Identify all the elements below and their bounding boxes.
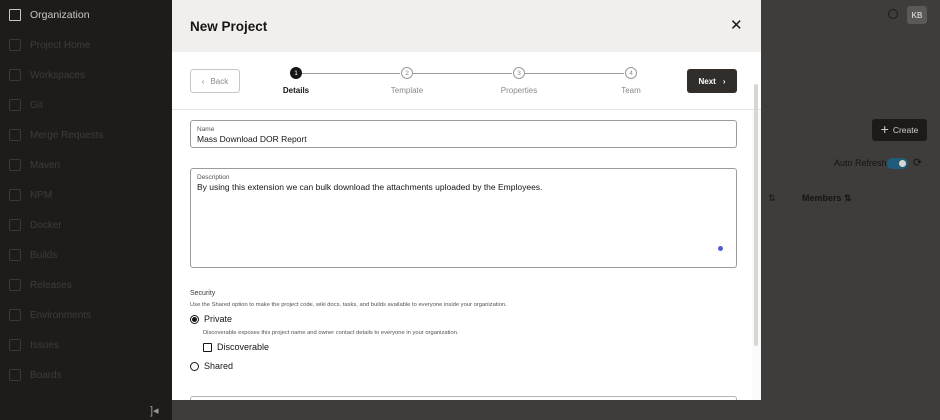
sidebar-item-label: Workspaces xyxy=(30,69,85,81)
environments-icon xyxy=(9,309,21,321)
next-field-partial xyxy=(190,396,737,400)
discoverable-checkbox[interactable] xyxy=(203,342,212,352)
sidebar-item-git[interactable]: Git xyxy=(0,90,172,120)
members-column-label: Members xyxy=(802,193,842,203)
chevron-right-icon: › xyxy=(722,76,726,86)
wizard-step-properties[interactable]: 3 Properties xyxy=(479,67,559,95)
description-field[interactable]: Description By using this extension we c… xyxy=(190,168,737,268)
issues-icon xyxy=(9,339,21,351)
wizard-step-template[interactable]: 2 Template xyxy=(367,67,447,95)
refresh-icon[interactable]: ⟳ xyxy=(913,156,922,169)
sidebar-item-releases[interactable]: Releases xyxy=(0,270,172,300)
shared-radio-label: Shared xyxy=(204,361,234,371)
project-name-field[interactable]: Name Mass Download DOR Report xyxy=(190,120,737,148)
sidebar-item-environments[interactable]: Environments xyxy=(0,300,172,330)
create-button-label: Create xyxy=(892,125,919,135)
members-column-header[interactable]: Members ⇅ xyxy=(802,193,852,204)
dialog-scrollbar-thumb[interactable] xyxy=(754,84,758,346)
discoverable-checkbox-option[interactable]: Discoverable xyxy=(203,342,269,352)
sidebar: Organization Project Home Workspaces Git… xyxy=(0,0,172,420)
dialog-body: Name Mass Download DOR Report Descriptio… xyxy=(172,111,752,400)
create-button[interactable]: + Create xyxy=(872,119,927,141)
next-button-label: Next xyxy=(698,76,716,86)
name-field-label: Name xyxy=(197,126,215,133)
next-button[interactable]: Next › xyxy=(687,69,737,93)
sidebar-item-label: Builds xyxy=(30,249,58,261)
merge-icon xyxy=(9,129,21,141)
boards-icon xyxy=(9,369,21,381)
discoverable-help-text: Discoverable exposes this project name a… xyxy=(203,330,459,336)
private-radio-option[interactable]: Private xyxy=(190,314,232,324)
private-radio-label: Private xyxy=(204,314,233,324)
sidebar-item-label: Git xyxy=(30,99,43,111)
description-field-label: Description xyxy=(197,174,230,181)
building-icon xyxy=(9,9,21,21)
close-icon[interactable]: ✕ xyxy=(730,18,743,33)
sidebar-item-workspaces[interactable]: Workspaces xyxy=(0,60,172,90)
npm-icon xyxy=(9,189,21,201)
name-field-value[interactable]: Mass Download DOR Report xyxy=(197,134,307,144)
sidebar-item-maven[interactable]: Maven xyxy=(0,150,172,180)
home-icon xyxy=(9,39,21,51)
sidebar-item-merge-requests[interactable]: Merge Requests xyxy=(0,120,172,150)
sidebar-item-docker[interactable]: Docker xyxy=(0,210,172,240)
wizard-step-team[interactable]: 4 Team xyxy=(591,67,671,95)
sidebar-item-label: Boards xyxy=(30,369,62,381)
git-icon xyxy=(9,99,21,111)
sidebar-item-npm[interactable]: NPM xyxy=(0,180,172,210)
description-field-value[interactable]: By using this extension we can bulk down… xyxy=(197,182,542,192)
sidebar-item-label: Releases xyxy=(30,279,72,291)
chevron-left-icon: ‹ xyxy=(201,76,205,86)
builds-icon xyxy=(9,249,21,261)
feedback-smiley-icon[interactable] xyxy=(888,9,898,19)
sidebar-item-label: Environments xyxy=(30,309,92,321)
maven-icon xyxy=(9,159,21,171)
security-section-title: Security xyxy=(190,290,216,297)
docker-icon xyxy=(9,219,21,231)
collapse-sidebar-icon[interactable]: ]◂ xyxy=(150,404,159,417)
wizard-train: ‹ Back 1 Details 2 Template 3 Properties… xyxy=(172,52,761,110)
sort-icon[interactable]: ⇅ xyxy=(768,193,776,204)
auto-refresh-label: Auto Refresh xyxy=(834,158,887,168)
sidebar-item-boards[interactable]: Boards xyxy=(0,360,172,390)
sidebar-item-label: Docker xyxy=(30,219,62,231)
sidebar-item-label: Organization xyxy=(30,9,90,21)
sidebar-item-label: Project Home xyxy=(30,39,91,51)
private-radio[interactable] xyxy=(190,314,199,324)
releases-icon xyxy=(9,279,21,291)
step-label: Details xyxy=(282,86,310,95)
step-number: 1 xyxy=(290,67,302,79)
sort-icon: ⇅ xyxy=(844,193,852,203)
dialog-header: New Project ✕ xyxy=(172,0,761,52)
back-button[interactable]: ‹ Back xyxy=(190,69,240,93)
grammar-assist-icon[interactable] xyxy=(718,246,723,251)
step-number: 3 xyxy=(513,67,525,79)
new-project-dialog: New Project ✕ ‹ Back 1 Details 2 Templat… xyxy=(172,0,761,400)
sidebar-item-project-home[interactable]: Project Home xyxy=(0,30,172,60)
sidebar-item-organization[interactable]: Organization xyxy=(0,0,172,30)
avatar[interactable]: KB xyxy=(907,6,927,24)
security-help-text: Use the Shared option to make the projec… xyxy=(190,302,507,308)
step-label: Properties xyxy=(500,86,538,95)
sidebar-item-builds[interactable]: Builds xyxy=(0,240,172,270)
dialog-title: New Project xyxy=(190,19,268,34)
sidebar-item-label: Issues xyxy=(30,339,59,351)
sidebar-item-label: Maven xyxy=(30,159,61,171)
shared-radio-option[interactable]: Shared xyxy=(190,361,233,371)
step-label: Team xyxy=(621,86,641,95)
shared-radio[interactable] xyxy=(190,361,199,371)
discoverable-checkbox-label: Discoverable xyxy=(217,342,270,352)
auto-refresh-toggle[interactable] xyxy=(887,158,908,169)
sidebar-item-label: Merge Requests xyxy=(30,129,104,141)
sidebar-item-label: NPM xyxy=(30,189,53,201)
step-label: Template xyxy=(390,86,424,95)
wizard-step-details[interactable]: 1 Details xyxy=(256,67,336,95)
back-button-label: Back xyxy=(210,76,229,86)
workspaces-icon xyxy=(9,69,21,81)
sidebar-item-issues[interactable]: Issues xyxy=(0,330,172,360)
step-number: 2 xyxy=(401,67,413,79)
step-number: 4 xyxy=(625,67,637,79)
plus-icon: + xyxy=(880,121,889,137)
